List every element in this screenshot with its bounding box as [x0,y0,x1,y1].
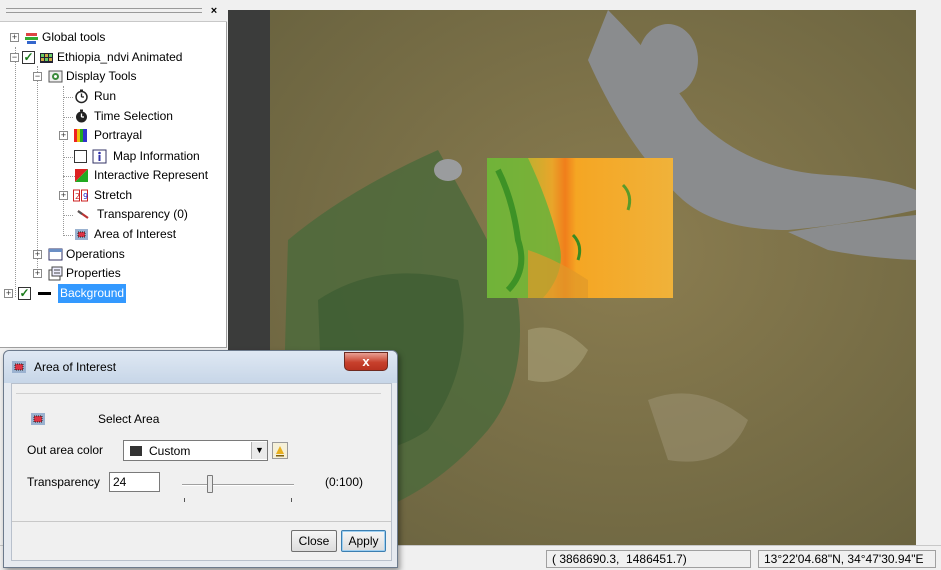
properties-icon [48,266,63,281]
tree-node-label: Time Selection [94,109,173,123]
chevron-down-icon[interactable]: ▼ [251,442,267,459]
map-information-checkbox[interactable] [74,150,87,163]
color-picker-icon [276,446,284,457]
tree-node-run[interactable]: Run [0,87,227,106]
display-tools-icon [48,70,63,83]
tree-node-label: Portrayal [94,128,143,142]
layer-tree-panel: × + Global tools − ✓ Ethiopia_ndvi Anima… [0,0,227,348]
transparency-icon [77,210,89,219]
transparency-slider-thumb[interactable] [206,475,213,493]
operations-icon [48,248,63,261]
out-area-color-select[interactable]: Custom ▼ [123,440,268,461]
expand-icon[interactable]: + [33,269,42,278]
area-of-interest-icon [12,361,26,373]
select-area-icon[interactable] [31,413,45,425]
dialog-body: Select Area Out area color Custom ▼ Tran… [11,383,392,561]
area-of-interest-icon [75,229,88,240]
tree-node-label: Ethiopia_ndvi Animated [57,50,183,64]
select-area-label: Select Area [98,412,160,426]
expand-icon[interactable]: + [4,289,13,298]
tree-node-label: Transparency (0) [97,207,188,221]
tree-node-label: Stretch [94,188,133,202]
transparency-label: Transparency [27,475,100,489]
run-icon [75,89,88,104]
tree-node-stretch[interactable]: + 29 Stretch [0,186,227,205]
expand-icon[interactable]: + [33,250,42,259]
background-layer-icon [38,292,51,295]
collapse-icon[interactable]: − [10,53,19,62]
layer-visibility-checkbox[interactable]: ✓ [18,287,31,300]
tree-node-display-tools[interactable]: − Display Tools [0,67,227,86]
dialog-title-bar[interactable]: Area of Interest x [4,351,397,383]
dialog-title: Area of Interest [34,360,117,374]
portrayal-icon [74,129,87,142]
slider-tick [291,498,292,502]
tree-node-ethiopia-ndvi[interactable]: − ✓ Ethiopia_ndvi Animated [0,48,227,67]
dialog-close-icon[interactable]: x [344,352,388,371]
dialog-separator [12,521,391,522]
tree-node-label: Run [94,89,117,103]
map-information-icon [92,149,107,164]
tree-node-time-selection[interactable]: Time Selection [0,107,227,126]
tree-node-label: Properties [66,266,121,280]
map-right-margin [916,10,941,545]
color-picker-button[interactable] [272,442,288,459]
layer-visibility-checkbox[interactable]: ✓ [22,51,35,64]
tree-panel-grip[interactable] [6,8,202,13]
transparency-slider-track[interactable] [182,484,294,486]
tree-node-label: Area of Interest [94,227,177,241]
expand-icon[interactable]: + [10,33,19,42]
stretch-icon: 29 [73,189,88,202]
tree-node-label: Operations [66,247,125,261]
tree-node-operations[interactable]: + Operations [0,245,227,264]
slider-tick [184,498,185,502]
tree-node-label: Global tools [42,30,106,44]
svg-text:2: 2 [75,192,80,201]
raster-layer-icon [40,53,53,63]
color-swatch [130,446,142,456]
ndvi-overlay [487,158,673,298]
tree-node-background[interactable]: + ✓ Background [0,284,227,303]
tree-node-global-tools[interactable]: + Global tools [0,28,227,47]
tree-node-label: Map Information [113,149,200,163]
svg-text:9: 9 [83,192,88,201]
interactive-representation-icon [75,169,88,182]
geographic-coordinates: 13°22'04.68"N, 34°47'30.94"E [758,550,936,568]
tree-node-area-of-interest[interactable]: Area of Interest [0,225,227,244]
expand-icon[interactable]: + [59,131,68,140]
area-of-interest-dialog: Area of Interest x Select Area Out area … [3,350,398,568]
out-area-color-value: Custom [149,444,191,458]
transparency-input[interactable]: 24 [109,472,160,492]
tree-node-label: Interactive Represent [94,168,209,182]
tree-panel-header: × [0,0,227,22]
tree-node-map-information[interactable]: Map Information [0,147,227,166]
expand-icon[interactable]: + [59,191,68,200]
global-tools-icon [25,33,38,44]
map-top-margin [228,0,941,10]
close-button[interactable]: Close [291,530,337,552]
tree-node-properties[interactable]: + Properties [0,264,227,283]
tree-node-transparency[interactable]: Transparency (0) [0,205,227,224]
out-area-color-label: Out area color [27,443,104,457]
transparency-range-label: (0:100) [325,475,364,489]
projected-coordinates: ( 3868690.3, 1486451.7) [546,550,751,568]
tree-panel-close-icon[interactable]: × [207,4,221,18]
time-selection-icon [76,109,87,123]
collapse-icon[interactable]: − [33,72,42,81]
apply-button[interactable]: Apply [341,530,386,552]
tree-node-interactive-representation[interactable]: Interactive Represent [0,166,227,185]
tree-node-label: Background [58,284,127,303]
tree-node-label: Display Tools [66,69,137,83]
tree-node-portrayal[interactable]: + Portrayal [0,126,227,145]
